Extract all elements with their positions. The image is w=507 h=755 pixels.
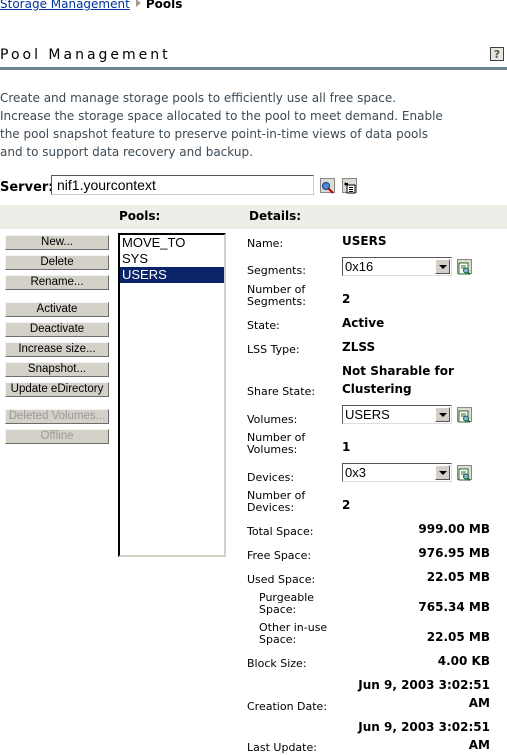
activate-button[interactable]: Activate <box>5 302 109 317</box>
segments-selected-value: 0x16 <box>345 259 374 274</box>
purgeable-space-value: 765.34 MB <box>418 600 490 614</box>
pool-item-users[interactable]: USERS <box>120 267 224 283</box>
pools-listbox[interactable]: MOVE_TO SYS USERS <box>118 233 226 557</box>
search-icon[interactable] <box>320 178 335 194</box>
browse-tree-icon[interactable] <box>342 178 357 194</box>
new-button[interactable]: New... <box>5 235 109 250</box>
volumes-selected-value: USERS <box>345 407 390 422</box>
state-value: Active <box>342 316 385 330</box>
num-volumes-label: Number of Volumes: <box>247 431 306 456</box>
volumes-label: Volumes: <box>247 413 298 426</box>
rename-button[interactable]: Rename... <box>5 275 109 290</box>
other-inuse-space-label: Other in-use Space: <box>259 621 328 646</box>
details-header: Details: <box>249 209 302 223</box>
pool-item-sys[interactable]: SYS <box>120 251 224 267</box>
free-space-value: 976.95 MB <box>418 546 490 560</box>
creation-date-value-line1: Jun 9, 2003 3:02:51 <box>358 678 490 692</box>
help-icon[interactable]: ? <box>490 47 504 61</box>
chevron-down-icon[interactable] <box>435 465 450 480</box>
lss-type-value: ZLSS <box>342 340 376 354</box>
server-input[interactable]: nif1.yourcontext <box>51 175 314 195</box>
num-devices-value: 2 <box>342 498 351 512</box>
other-inuse-space-value: 22.05 MB <box>426 630 490 644</box>
deleted-volumes-button[interactable]: Deleted Volumes... <box>5 409 109 424</box>
name-label: Name: <box>247 237 284 250</box>
devices-label: Devices: <box>247 471 295 484</box>
total-space-value: 999.00 MB <box>418 522 490 536</box>
segments-details-icon[interactable] <box>457 259 472 276</box>
devices-selected-value: 0x3 <box>345 465 366 480</box>
breadcrumb-current: Pools <box>145 0 183 11</box>
breadcrumb: Storage Management Pools <box>0 0 182 11</box>
creation-date-label: Creation Date: <box>247 700 328 713</box>
purgeable-space-label: Purgeable Space: <box>259 591 315 616</box>
last-update-value-line1: Jun 9, 2003 3:02:51 <box>358 720 490 734</box>
segments-label: Segments: <box>247 264 306 277</box>
num-segments-label: Number of Segments: <box>247 283 306 308</box>
pools-header: Pools: <box>119 209 161 223</box>
offline-button[interactable]: Offline <box>5 429 109 444</box>
num-volumes-value: 1 <box>342 440 351 454</box>
num-devices-label: Number of Devices: <box>247 489 306 514</box>
snapshot-button[interactable]: Snapshot... <box>5 362 109 377</box>
share-state-value-line1: Not Sharable for <box>342 364 454 378</box>
last-update-label: Last Update: <box>247 741 317 754</box>
name-value: USERS <box>342 234 387 248</box>
block-size-label: Block Size: <box>247 657 307 670</box>
pool-item-move-to[interactable]: MOVE_TO <box>120 235 224 251</box>
share-state-value-line2: Clustering <box>342 382 412 396</box>
increase-size-button[interactable]: Increase size... <box>5 342 109 357</box>
breadcrumb-separator-icon <box>135 0 141 7</box>
used-space-label: Used Space: <box>247 573 316 586</box>
delete-button[interactable]: Delete <box>5 255 109 270</box>
devices-select[interactable]: 0x3 <box>342 463 452 482</box>
used-space-value: 22.05 MB <box>426 570 490 584</box>
deactivate-button[interactable]: Deactivate <box>5 322 109 337</box>
server-label: Server: <box>0 180 54 195</box>
lss-type-label: LSS Type: <box>247 343 300 356</box>
title-divider <box>0 67 507 70</box>
chevron-down-icon[interactable] <box>435 259 450 274</box>
update-edirectory-button[interactable]: Update eDirectory <box>5 382 109 397</box>
share-state-label: Share State: <box>247 385 316 398</box>
page-description: Create and manage storage pools to effic… <box>0 91 443 159</box>
page-title: Pool Management <box>0 47 171 63</box>
chevron-down-icon[interactable] <box>435 407 450 422</box>
creation-date-value-line2: AM <box>468 696 490 710</box>
total-space-label: Total Space: <box>247 525 314 538</box>
segments-select[interactable]: 0x16 <box>342 257 452 276</box>
last-update-value-line2: AM <box>468 738 490 752</box>
devices-details-icon[interactable] <box>457 465 472 482</box>
block-size-value: 4.00 KB <box>437 654 490 668</box>
volumes-select[interactable]: USERS <box>342 405 452 424</box>
num-segments-value: 2 <box>342 292 351 306</box>
volumes-details-icon[interactable] <box>457 407 472 424</box>
breadcrumb-storage-management-link[interactable]: Storage Management <box>0 0 130 11</box>
free-space-label: Free Space: <box>247 549 312 562</box>
state-label: State: <box>247 319 280 332</box>
